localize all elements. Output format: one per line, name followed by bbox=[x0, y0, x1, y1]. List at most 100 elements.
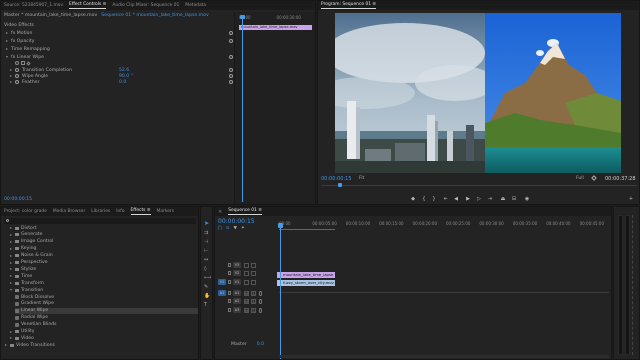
source-patch[interactable]: V1 bbox=[218, 279, 226, 285]
mute-button[interactable]: M bbox=[244, 291, 249, 296]
track-lock-icon[interactable] bbox=[228, 308, 231, 312]
export-frame-button[interactable]: ◉ bbox=[524, 196, 530, 202]
reset-icon[interactable] bbox=[229, 31, 233, 35]
track-label[interactable]: A2 bbox=[233, 298, 241, 304]
ellipse-mask-icon[interactable] bbox=[15, 61, 19, 65]
sync-lock-icon[interactable] bbox=[244, 271, 249, 276]
expand-icon[interactable] bbox=[6, 48, 8, 50]
linked-selection-icon[interactable]: ⊙ bbox=[226, 226, 230, 231]
razor-tool-icon[interactable]: ◊ bbox=[204, 266, 210, 272]
track-select-tool-icon[interactable]: ⇉ bbox=[204, 230, 210, 236]
expand-icon[interactable] bbox=[10, 233, 12, 236]
track-lock-icon[interactable] bbox=[228, 291, 231, 295]
ripple-edit-tool-icon[interactable]: ⊣ bbox=[204, 239, 210, 245]
sync-lock-icon[interactable] bbox=[244, 280, 249, 285]
tab-libraries[interactable]: Libraries bbox=[91, 209, 110, 214]
eye-icon[interactable] bbox=[251, 263, 256, 268]
tab-metadata[interactable]: Metadata bbox=[185, 3, 206, 8]
reset-icon[interactable] bbox=[229, 80, 233, 84]
pen-mask-icon[interactable] bbox=[26, 60, 31, 66]
solo-button[interactable]: S bbox=[251, 308, 256, 313]
stopwatch-icon[interactable] bbox=[15, 68, 19, 72]
expand-icon[interactable] bbox=[10, 247, 12, 250]
track-lock-icon[interactable] bbox=[228, 280, 231, 284]
expand-icon[interactable] bbox=[6, 32, 8, 34]
timeline-playhead-handle[interactable] bbox=[278, 223, 283, 228]
stopwatch-icon[interactable] bbox=[15, 80, 19, 84]
rolling-edit-tool-icon[interactable]: ⊢ bbox=[204, 248, 210, 254]
step-forward-button[interactable]: ▷ bbox=[476, 196, 482, 202]
effects-tree-item[interactable]: Keying bbox=[10, 246, 198, 252]
prop-value[interactable]: 90.0 ° bbox=[119, 74, 133, 79]
expand-icon[interactable] bbox=[6, 40, 8, 42]
tab-source[interactable]: Source: 523845907_1.mov bbox=[4, 3, 63, 8]
tab-info[interactable]: Info bbox=[116, 209, 124, 214]
expand-icon[interactable] bbox=[10, 282, 12, 285]
track-label[interactable]: A3 bbox=[233, 307, 241, 313]
timeline-horizontal-scrollbar[interactable] bbox=[279, 355, 609, 358]
program-scrubber[interactable] bbox=[321, 185, 637, 186]
effects-tree-item[interactable]: Transform bbox=[10, 280, 198, 286]
extract-button[interactable]: ⊟ bbox=[511, 196, 517, 202]
add-button[interactable]: + bbox=[628, 196, 634, 202]
effect-row-time-remapping[interactable]: Time Remapping bbox=[6, 46, 50, 52]
sync-lock-icon[interactable] bbox=[244, 263, 249, 268]
selection-tool-icon[interactable]: ➤ bbox=[204, 221, 210, 227]
program-playhead-handle[interactable] bbox=[338, 183, 342, 187]
timeline-timecode[interactable]: 00:00:00:15 bbox=[218, 218, 255, 225]
tab-sequence-01[interactable]: Sequence 01 ≡ bbox=[228, 208, 262, 215]
expand-icon[interactable] bbox=[10, 337, 12, 340]
type-tool-icon[interactable]: T bbox=[204, 302, 210, 308]
step-back-button[interactable]: ◀ bbox=[453, 196, 459, 202]
tab-program-monitor[interactable]: Program: Sequence 01 ≡ bbox=[321, 2, 376, 9]
master-clip-label[interactable]: Master * mountain_lake_time_lapse.mov bbox=[4, 13, 97, 18]
effects-tree-item[interactable]: Time bbox=[10, 273, 198, 279]
tab-markers[interactable]: Markers bbox=[157, 209, 174, 214]
track-label[interactable]: V3 bbox=[233, 262, 241, 268]
settings-wrench-icon[interactable]: ✦ bbox=[241, 226, 245, 231]
microphone-icon[interactable] bbox=[259, 308, 262, 313]
play-button[interactable]: ▶ bbox=[465, 196, 471, 202]
close-icon[interactable]: × bbox=[218, 209, 222, 215]
effects-tree-item[interactable]: Generate bbox=[10, 232, 198, 238]
tab-project[interactable]: Project: color grade bbox=[4, 209, 47, 214]
expand-icon[interactable] bbox=[10, 275, 12, 278]
effect-row-motion[interactable]: fx Motion bbox=[6, 30, 32, 36]
prop-value[interactable]: 0.0 bbox=[119, 80, 126, 85]
track-label[interactable]: A1 bbox=[233, 290, 241, 296]
expand-icon[interactable] bbox=[10, 330, 12, 333]
lift-button[interactable]: ⏏ bbox=[500, 196, 506, 202]
expand-icon[interactable] bbox=[10, 240, 12, 243]
reset-icon[interactable] bbox=[229, 39, 233, 43]
go-to-out-button[interactable]: ⇥ bbox=[487, 196, 493, 202]
collapse-icon[interactable] bbox=[10, 289, 12, 292]
effects-tree-item[interactable]: Utility bbox=[10, 329, 198, 335]
tab-effect-controls[interactable]: Effect Controls ≡ bbox=[69, 2, 106, 9]
track-lock-icon[interactable] bbox=[228, 271, 231, 275]
eye-icon[interactable] bbox=[251, 280, 256, 285]
expand-icon[interactable] bbox=[10, 254, 12, 257]
track-label[interactable]: V1 bbox=[233, 279, 241, 285]
effects-tree-item[interactable]: Image Control bbox=[10, 239, 198, 245]
timeline-playhead[interactable] bbox=[280, 225, 281, 359]
rate-stretch-tool-icon[interactable]: ↔ bbox=[204, 257, 210, 263]
source-patch[interactable]: A1 bbox=[218, 290, 226, 296]
solo-button[interactable]: S bbox=[251, 291, 256, 296]
effects-tree-item[interactable]: Linear Wipe bbox=[15, 307, 198, 314]
sequence-clip-label[interactable]: Sequence 01 * mountain_lake_time_lapse.m… bbox=[101, 13, 208, 18]
quality-dropdown[interactable]: Full bbox=[576, 176, 584, 181]
pen-tool-icon[interactable]: ✎ bbox=[204, 284, 210, 290]
mini-playhead[interactable] bbox=[242, 16, 243, 202]
expand-icon[interactable] bbox=[10, 81, 12, 83]
expand-icon[interactable] bbox=[10, 261, 12, 264]
prop-value[interactable]: 52.6 bbox=[119, 68, 129, 73]
collapse-icon[interactable] bbox=[6, 56, 8, 58]
mini-timeline-clip[interactable]: mountain_lake_time_lapse.mov bbox=[239, 25, 312, 30]
effects-tree-item[interactable]: Radial Wipe bbox=[15, 315, 198, 321]
expand-icon[interactable] bbox=[10, 227, 12, 229]
reset-icon[interactable] bbox=[229, 74, 233, 78]
go-to-in-button[interactable]: ⇤ bbox=[443, 196, 449, 202]
master-volume[interactable]: 0.0 bbox=[257, 342, 264, 347]
fit-dropdown[interactable]: Fit bbox=[359, 176, 364, 181]
track-lock-icon[interactable] bbox=[228, 299, 231, 303]
